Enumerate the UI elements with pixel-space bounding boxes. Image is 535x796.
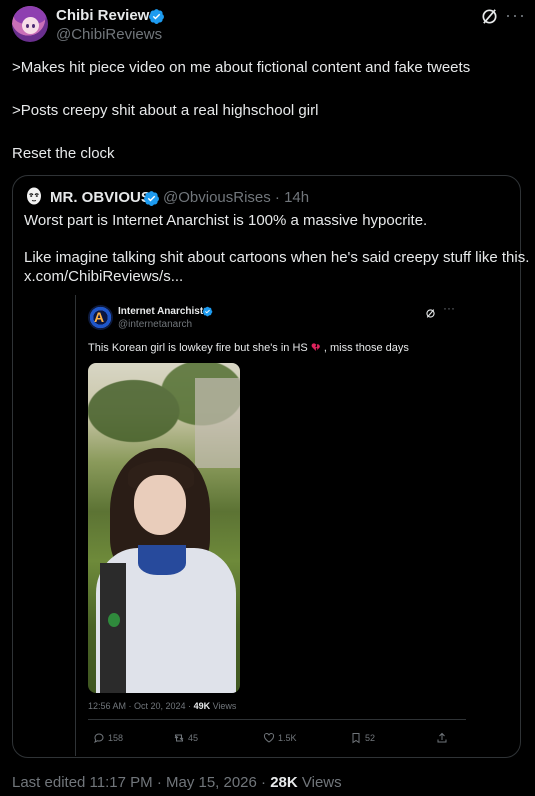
quote-author-avatar[interactable]	[24, 186, 44, 206]
repost-icon	[174, 734, 184, 742]
share-icon	[437, 732, 447, 743]
tweet-text-line: >Posts creepy shit about a real highscho…	[12, 102, 319, 119]
reply-action: 158	[93, 731, 123, 745]
share-action	[436, 731, 448, 745]
tweet-text-line: >Makes hit piece video on me about ficti…	[12, 59, 471, 76]
more-icon: ···	[443, 301, 455, 315]
grok-icon[interactable]	[480, 7, 499, 26]
quote-link[interactable]: x.com/ChibiReviews/s...	[24, 268, 183, 285]
more-icon[interactable]: ···	[505, 6, 526, 24]
embed-author-avatar: A	[88, 305, 113, 330]
embed-meta: 12:56 AM · Oct 20, 2024 · 49K Views	[88, 701, 237, 711]
embed-tweet-text: This Korean girl is lowkey fire but she'…	[88, 342, 409, 354]
broken-heart-emoji	[311, 342, 324, 354]
quote-media-image[interactable]: A Internet Anarchist @internetanarch ···…	[75, 295, 471, 756]
like-action: 1.5K	[263, 731, 297, 745]
verified-badge-icon	[202, 306, 213, 317]
bookmark-icon	[352, 733, 360, 744]
grok-icon	[425, 306, 436, 318]
bookmark-action: 52	[350, 731, 375, 745]
quote-text-line: Like imagine talking shit about cartoons…	[24, 249, 530, 266]
quoted-tweet-card[interactable]: MR. OBVIOUS @ObviousRises · 14h Worst pa…	[12, 175, 529, 758]
reply-icon	[94, 733, 104, 744]
like-icon	[263, 733, 275, 743]
quote-text-line: Worst part is Internet Anarchist is 100%…	[24, 212, 428, 229]
tweet-text-line: Reset the clock	[12, 145, 115, 162]
verified-badge-icon[interactable]	[148, 8, 165, 25]
views-count: 28K	[270, 774, 298, 791]
embed-author-name: Internet Anarchist	[118, 306, 204, 317]
author-name[interactable]: Chibi Reviews	[56, 7, 158, 24]
author-avatar[interactable]	[12, 6, 48, 42]
tweet-meta: Last edited 11:17 PM · May 15, 2026 · 28…	[12, 774, 342, 791]
quote-author-handle[interactable]: @ObviousRises · 14h	[163, 189, 309, 206]
quote-author-name[interactable]: MR. OBVIOUS	[50, 189, 151, 206]
verified-badge-icon[interactable]	[143, 190, 160, 207]
author-handle[interactable]: @ChibiReviews	[56, 26, 162, 43]
repost-action: 45	[173, 731, 198, 745]
embed-divider	[75, 295, 76, 756]
edit-history-link[interactable]: Last edited 11:17 PM · May 15, 2026 ·	[12, 774, 270, 791]
embed-author-handle: @internetanarch	[118, 319, 193, 330]
embed-divider	[88, 719, 466, 720]
embed-photo	[88, 363, 240, 693]
